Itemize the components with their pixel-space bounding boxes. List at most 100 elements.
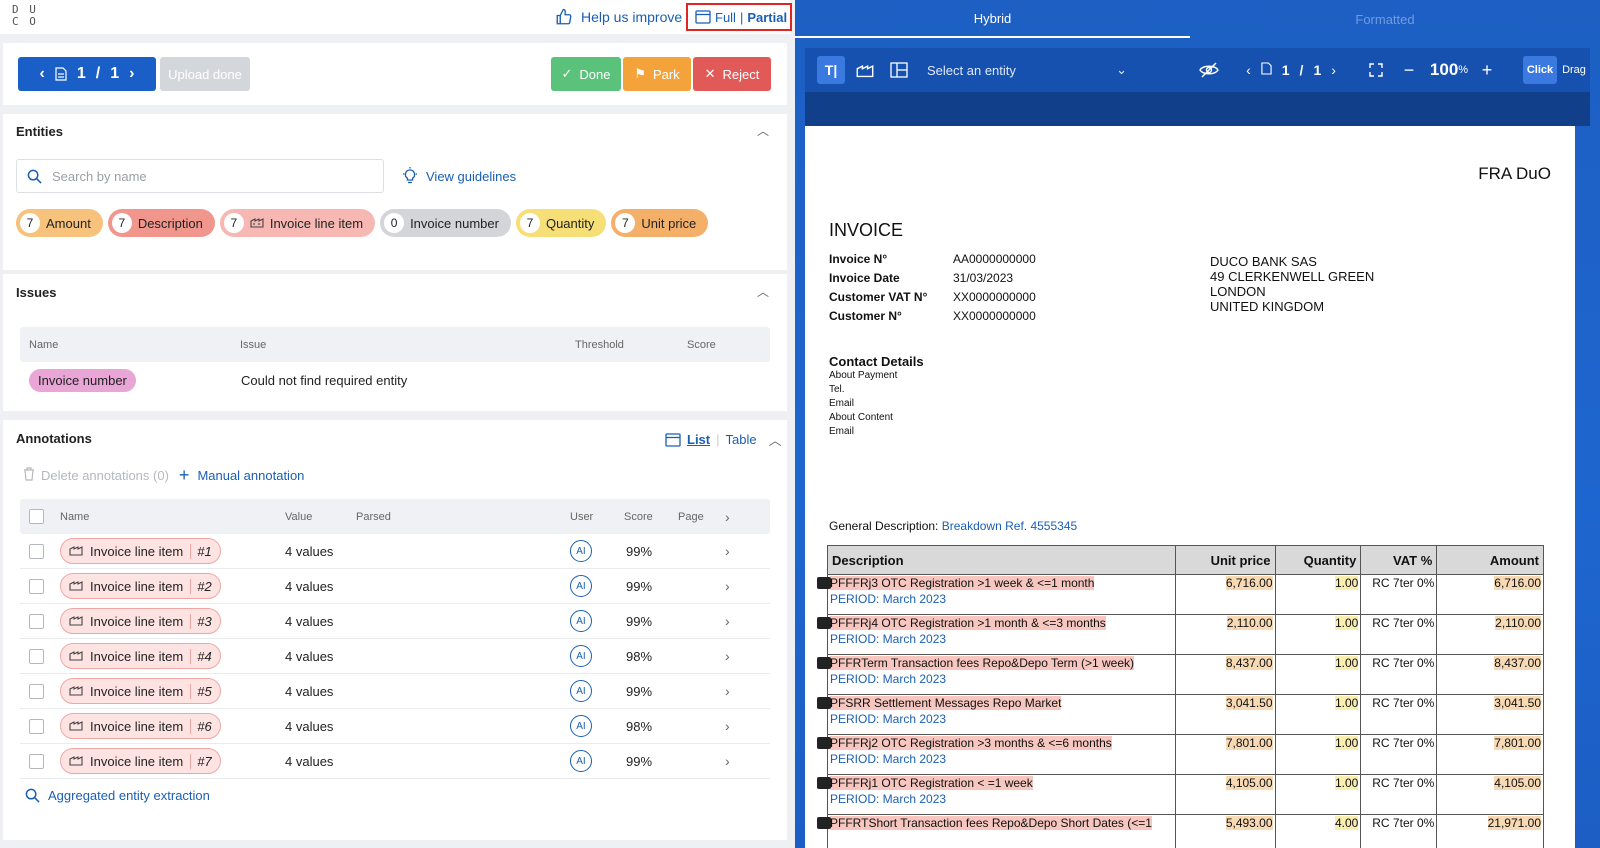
- line-item-marker-icon[interactable]: [817, 817, 831, 829]
- line-description[interactable]: PFFFRj4 OTC Registration >1 month & <=3 …: [830, 616, 1106, 631]
- chevron-right-icon[interactable]: ›: [725, 648, 730, 664]
- layout-icon[interactable]: [885, 56, 913, 84]
- line-unit-price[interactable]: 6,716.00: [1225, 576, 1273, 591]
- zoom-in-icon[interactable]: +: [1477, 56, 1497, 84]
- line-description[interactable]: PFFRTerm Transaction fees Repo&Depo Term…: [830, 656, 1135, 671]
- issue-entity-badge[interactable]: Invoice number: [29, 368, 136, 392]
- line-amount[interactable]: 7,801.00: [1494, 736, 1541, 751]
- table-view-toggle[interactable]: Table: [726, 432, 757, 447]
- done-button[interactable]: ✓ Done: [551, 57, 621, 91]
- line-unit-price[interactable]: 3,041.50: [1225, 696, 1273, 711]
- manual-annotation-button[interactable]: + Manual annotation: [179, 465, 305, 486]
- chevron-up-icon[interactable]: ︿: [757, 122, 769, 139]
- chevron-right-icon[interactable]: ›: [129, 65, 134, 83]
- table-row[interactable]: Invoice line item #3 4 values AI 99% ›: [20, 604, 770, 639]
- zoom-out-icon[interactable]: −: [1399, 56, 1419, 84]
- tab-hybrid[interactable]: Hybrid: [795, 0, 1190, 38]
- park-button[interactable]: ⚑ Park: [623, 57, 691, 91]
- chevron-up-icon[interactable]: ︿: [769, 430, 782, 449]
- view-partial-option[interactable]: Partial: [747, 10, 787, 25]
- entity-chip-amount[interactable]: 7 Amount: [16, 209, 103, 237]
- line-description[interactable]: PFFFRj3 OTC Registration >1 week & <=1 m…: [830, 576, 1095, 591]
- chevron-right-icon[interactable]: ›: [1331, 62, 1336, 78]
- row-checkbox[interactable]: [29, 578, 44, 594]
- line-quantity[interactable]: 1.00: [1335, 616, 1359, 631]
- table-row[interactable]: Invoice line item #5 4 values AI 99% ›: [20, 674, 770, 709]
- line-amount[interactable]: 6,716.00: [1494, 576, 1541, 591]
- entity-select-dropdown[interactable]: Select an entity ⌄: [927, 56, 1127, 84]
- line-unit-price[interactable]: 7,801.00: [1225, 736, 1273, 751]
- aggregated-extraction-link[interactable]: Aggregated entity extraction: [25, 788, 210, 803]
- line-amount[interactable]: 2,110.00: [1495, 616, 1541, 631]
- factory-icon[interactable]: [851, 56, 879, 84]
- table-row[interactable]: Invoice line item #1 4 values AI 99% ›: [20, 534, 770, 569]
- row-checkbox[interactable]: [29, 753, 44, 769]
- page-navigator[interactable]: ‹ 1 / 1 ›: [18, 57, 156, 91]
- line-amount[interactable]: 21,971.00: [1487, 816, 1541, 831]
- chevron-right-icon[interactable]: ›: [725, 543, 730, 559]
- delete-annotations-button[interactable]: Delete annotations (0): [23, 467, 169, 484]
- annotation-chip[interactable]: Invoice line item #3: [60, 608, 221, 634]
- chevron-left-icon[interactable]: ‹: [40, 65, 45, 83]
- line-item-marker-icon[interactable]: [817, 657, 831, 669]
- line-item-marker-icon[interactable]: [817, 737, 831, 749]
- entity-chip-invoice-line-item[interactable]: 7 Invoice line item: [219, 209, 376, 237]
- drag-mode-button[interactable]: Drag: [1559, 56, 1589, 84]
- chevron-right-icon[interactable]: ›: [725, 578, 730, 594]
- upload-done-button[interactable]: Upload done: [160, 57, 250, 91]
- entity-chip-description[interactable]: 7 Description: [107, 209, 215, 237]
- line-unit-price[interactable]: 5,493.00: [1225, 816, 1273, 831]
- line-unit-price[interactable]: 2,110.00: [1226, 616, 1273, 631]
- view-guidelines-link[interactable]: View guidelines: [402, 167, 516, 185]
- hide-icon[interactable]: [1195, 56, 1223, 84]
- annotation-chip[interactable]: Invoice line item #5: [60, 678, 221, 704]
- line-description[interactable]: PFSRR Settlement Messages Repo Market: [830, 696, 1062, 711]
- list-view-toggle[interactable]: List: [687, 432, 710, 447]
- line-quantity[interactable]: 1.00: [1335, 736, 1359, 751]
- fullscreen-icon[interactable]: [1365, 56, 1387, 84]
- line-quantity[interactable]: 1.00: [1335, 656, 1359, 671]
- invoice-line-row[interactable]: PFFFRj1 OTC Registration < =1 week 4,105.…: [827, 774, 1544, 792]
- annotation-chip[interactable]: Invoice line item #7: [60, 748, 221, 774]
- line-unit-price[interactable]: 8,437.00: [1225, 656, 1273, 671]
- table-row[interactable]: Invoice line item #4 4 values AI 98% ›: [20, 639, 770, 674]
- row-checkbox[interactable]: [29, 613, 44, 629]
- invoice-line-row[interactable]: PFFRTShort Transaction fees Repo&Depo Sh…: [827, 814, 1544, 832]
- entity-chip-quantity[interactable]: 7 Quantity: [515, 209, 607, 237]
- table-row[interactable]: Invoice number Could not find required e…: [20, 362, 770, 398]
- chevron-right-icon[interactable]: ›: [725, 718, 730, 734]
- tab-formatted[interactable]: Formatted: [1190, 0, 1580, 38]
- table-row[interactable]: Invoice line item #6 4 values AI 98% ›: [20, 709, 770, 744]
- line-amount[interactable]: 4,105.00: [1494, 776, 1541, 791]
- row-checkbox[interactable]: [29, 648, 44, 664]
- select-all-checkbox[interactable]: [29, 509, 44, 524]
- click-mode-button[interactable]: Click: [1523, 56, 1557, 84]
- line-unit-price[interactable]: 4,105.00: [1225, 776, 1273, 791]
- annotation-chip[interactable]: Invoice line item #2: [60, 573, 221, 599]
- entity-chip-invoice-number[interactable]: 0 Invoice number: [380, 209, 511, 237]
- view-mode-toggle[interactable]: Full | Partial: [686, 3, 792, 31]
- table-row[interactable]: Invoice line item #7 4 values AI 99% ›: [20, 744, 770, 779]
- text-select-tool-icon[interactable]: T|: [817, 56, 845, 84]
- invoice-line-row[interactable]: PFSRR Settlement Messages Repo Market 3,0…: [827, 694, 1544, 712]
- chevron-up-icon[interactable]: ︿: [757, 283, 769, 300]
- chevron-right-icon[interactable]: ›: [725, 753, 730, 769]
- annotation-chip[interactable]: Invoice line item #1: [60, 538, 221, 564]
- table-row[interactable]: Invoice line item #2 4 values AI 99% ›: [20, 569, 770, 604]
- row-checkbox[interactable]: [29, 543, 44, 559]
- view-full-option[interactable]: Full: [715, 10, 736, 25]
- invoice-document[interactable]: FRA DuO INVOICE Invoice N° AA0000000000 I…: [805, 126, 1575, 848]
- annotation-chip[interactable]: Invoice line item #4: [60, 643, 221, 669]
- invoice-line-row[interactable]: PFFFRj4 OTC Registration >1 month & <=3 …: [827, 614, 1544, 632]
- row-checkbox[interactable]: [29, 683, 44, 699]
- help-us-improve-link[interactable]: Help us improve: [555, 7, 682, 27]
- invoice-line-row[interactable]: PFFFRj2 OTC Registration >3 months & <=6…: [827, 734, 1544, 752]
- entity-chip-unit-price[interactable]: 7 Unit price: [611, 209, 709, 237]
- reject-button[interactable]: ✕ Reject: [693, 57, 771, 91]
- annotation-chip[interactable]: Invoice line item #6: [60, 713, 221, 739]
- invoice-line-row[interactable]: PFFRTerm Transaction fees Repo&Depo Term…: [827, 654, 1544, 672]
- line-description[interactable]: PFFFRj2 OTC Registration >3 months & <=6…: [830, 736, 1112, 751]
- line-quantity[interactable]: 1.00: [1335, 776, 1359, 791]
- entity-search-input[interactable]: Search by name: [16, 159, 384, 193]
- line-quantity[interactable]: 4.00: [1335, 816, 1359, 831]
